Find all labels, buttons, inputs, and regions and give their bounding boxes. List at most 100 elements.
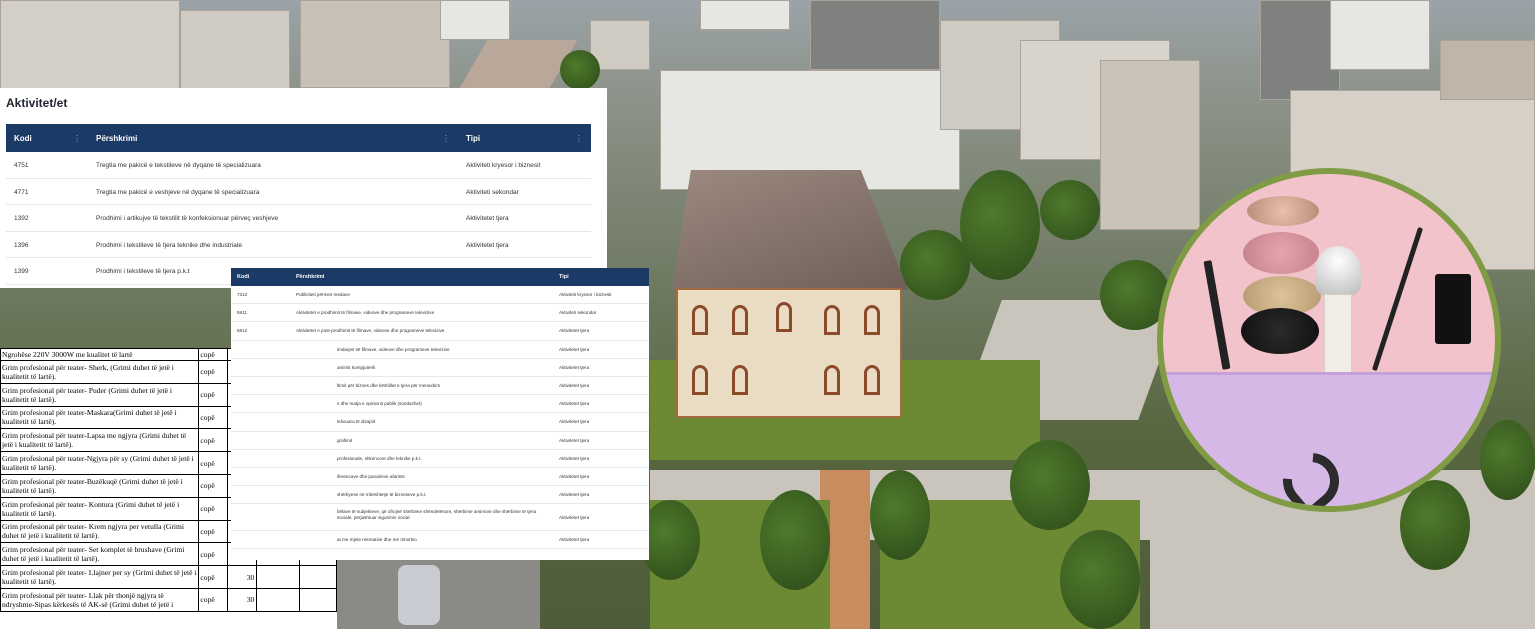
cell-description: amimit kompjuterik [337, 364, 376, 370]
table-row[interactable]: iferencave dhe panaireve afariste Aktivit… [231, 467, 649, 487]
table-row[interactable]: 1396 Prodhimi i tekstileve të tjera tekn… [6, 231, 591, 258]
column-header-description[interactable]: Përshkrimi [296, 274, 324, 280]
item-description: Grim profesional për teater- Llak për th… [0, 587, 200, 612]
cell-description: Prodhimi i artikujve të tekstilit të kon… [96, 215, 279, 222]
table-row[interactable]: 5912 Aktivitetet e post-prodhimit të film… [231, 322, 649, 341]
cell-type: Aktivitetet tjera [466, 215, 509, 222]
column-header-code[interactable]: Kodi [237, 274, 249, 280]
cell-description: profesionale, shkencore dhe teknike p.k.… [337, 455, 422, 461]
cell-type: Aktivitetet tjera [559, 537, 590, 543]
item-unit: copë [198, 587, 229, 612]
table-row[interactable]: 4751 Tregtia me pakicë e tekstileve në d… [6, 152, 591, 179]
cell-type: Aktivitetet tjera [559, 364, 590, 370]
blush-compact [1243, 232, 1319, 274]
table-row[interactable]: amimit kompjuterik Aktivitetet tjera [231, 358, 649, 377]
historic-building [672, 170, 908, 420]
cell-code: 1392 [14, 215, 29, 222]
cell-type: Aktivitetet tjera [559, 455, 590, 461]
table-row: Grim profesional për teater- Llak për th… [0, 587, 337, 612]
cell-type: Aktivitetet tjera [466, 241, 509, 249]
item-description: Grim profesional për teater- Kontura (Gr… [0, 496, 200, 521]
cell-code: 1396 [14, 241, 29, 249]
item-description: Grim profesional për teater- Llajner per… [0, 565, 200, 589]
brand-logo-icon [1271, 441, 1351, 506]
table-row[interactable]: at me mjete rekreative dhe me rimorkio Ak… [231, 531, 649, 550]
table-row[interactable]: shërbyese në mbështetje të bizneseve p.k… [231, 486, 649, 505]
cell-description: at me mjete rekreative dhe me rimorkio [337, 537, 417, 543]
table-row[interactable]: ltimit për biznes dhe këshillat e tjera … [231, 376, 649, 396]
cell-type: Aktiviteti sekondar [559, 310, 597, 316]
item-unit: copë [198, 496, 229, 521]
table-row: Grim profesional për teater- Llajner per… [0, 565, 337, 589]
cell-type: Aktiviteti kryesor i biznesit [466, 162, 541, 169]
item-description: Grim profesional për teater- Krem ngjyra… [0, 519, 200, 544]
column-header-type[interactable]: Tipi [559, 274, 569, 280]
item-quantity: 30 [227, 565, 258, 589]
column-header-code[interactable]: Kodi [14, 134, 32, 143]
column-menu-icon[interactable]: ⋮ [73, 134, 81, 143]
activities-table-2: Kodi Përshkrimi Tipi 7312 Publiciteti për… [231, 268, 649, 560]
item-unit: copë [198, 428, 229, 453]
table-row[interactable]: 1392 Prodhimi i artikujve të tekstilit t… [6, 205, 591, 232]
item-unit: copë [198, 348, 229, 361]
table-row[interactable]: 7312 Publiciteti përmes medave Aktiviteti … [231, 286, 649, 305]
cell-code: 4751 [14, 162, 29, 169]
item-description: Grim profesional për teater-Maskara(Grim… [0, 405, 200, 430]
column-header-type[interactable]: Tipi [466, 134, 480, 143]
mascara [1203, 260, 1231, 370]
item-unit: copë [198, 565, 229, 589]
car [398, 565, 440, 625]
cell-description: Prodhimi i tekstileve të tjera teknike d… [96, 241, 242, 249]
activities-table: Kodi ⋮ Përshkrimi ⋮ Tipi ⋮ 4751 Tregtia … [6, 124, 591, 285]
table-row[interactable]: s dhe matja e opinionit publik (sondazhe… [231, 395, 649, 414]
empty-cell [299, 587, 337, 612]
cell-type: Aktiviteti kryesor i biznesit [559, 292, 612, 297]
table-row[interactable]: 5911 Aktivitetet e prodhimit të filmave, … [231, 304, 649, 323]
column-menu-icon[interactable]: ⋮ [442, 134, 450, 143]
item-unit: copë [198, 451, 229, 475]
cell-description: imdarjes së filmave, videove dhe program… [337, 346, 450, 352]
item-unit: copë [198, 405, 229, 430]
cell-description: shërbyese në mbështetje të bizneseve p.k… [337, 492, 427, 498]
item-quantity: 30 [227, 587, 258, 612]
item-unit: copë [198, 542, 229, 567]
item-unit: copë [198, 473, 229, 498]
item-unit: copë [198, 360, 229, 384]
empty-cell [299, 565, 337, 589]
cosmetic-tube [1435, 274, 1471, 344]
table-row[interactable]: grafimit Aktivitetet tjera [231, 431, 649, 450]
column-header-description[interactable]: Përshkrimi [96, 134, 137, 143]
activities-title: Aktivitet/et [6, 96, 68, 110]
item-description: Ngrohëse 220V 3000W me kualitet të lartë [0, 348, 200, 361]
cell-type: Aktivitetet tjera [559, 492, 590, 498]
cell-code: 5912 [237, 328, 248, 334]
cell-code: 5911 [237, 310, 247, 316]
table-row[interactable]: 4771 Tregtia me pakicë e veshjeve në dyq… [6, 178, 591, 205]
table-row[interactable]: imdarjes së filmave, videove dhe program… [231, 340, 649, 359]
cell-type: Aktivitetet tjera [559, 419, 590, 425]
cell-type: Aktivitetet tjera [559, 346, 590, 352]
table-row[interactable]: profesionale, shkencore dhe teknike p.k.… [231, 449, 649, 468]
item-unit: copë [198, 519, 229, 544]
cell-description: Aktivitetet e post-prodhimit të filmave,… [296, 328, 445, 334]
cell-type: Aktivitetet tjera [559, 328, 590, 334]
cell-type: Aktivitetet tjera [559, 437, 590, 443]
table-row[interactable]: teliouara të dizajnit Aktivitetet tjera [231, 413, 649, 432]
cell-type: Aktivitetet tjera [559, 473, 590, 479]
cell-description: Tregtia me pakicë e tekstileve në dyqane… [96, 162, 261, 169]
column-menu-icon[interactable]: ⋮ [575, 134, 583, 143]
empty-cell [256, 565, 301, 589]
cell-type: Aktivitetet tjera [559, 401, 590, 407]
item-description: Grim profesional për teater-Ngjyra për s… [0, 451, 200, 475]
cell-type: Aktivitetet tjera [559, 382, 590, 388]
cell-description: Publiciteti përmes medave [296, 292, 350, 297]
item-description: Grim profesional për teater-Lapsa me ngj… [0, 428, 200, 453]
cosmetics-inset-photo [1157, 168, 1501, 512]
eyeliner-pencil [1371, 226, 1424, 372]
table-row[interactable]: bëlave të subjekteve, që ofrojnë shërbim… [231, 504, 649, 532]
cell-description: grafimit [337, 437, 353, 443]
item-description: Grim profesional për teater- Set komplet… [0, 542, 200, 567]
powder-compact [1247, 196, 1319, 226]
cell-description: Tregtia me pakicë e veshjeve në dyqane t… [96, 188, 260, 196]
cosmetic-pouch [1163, 372, 1495, 506]
